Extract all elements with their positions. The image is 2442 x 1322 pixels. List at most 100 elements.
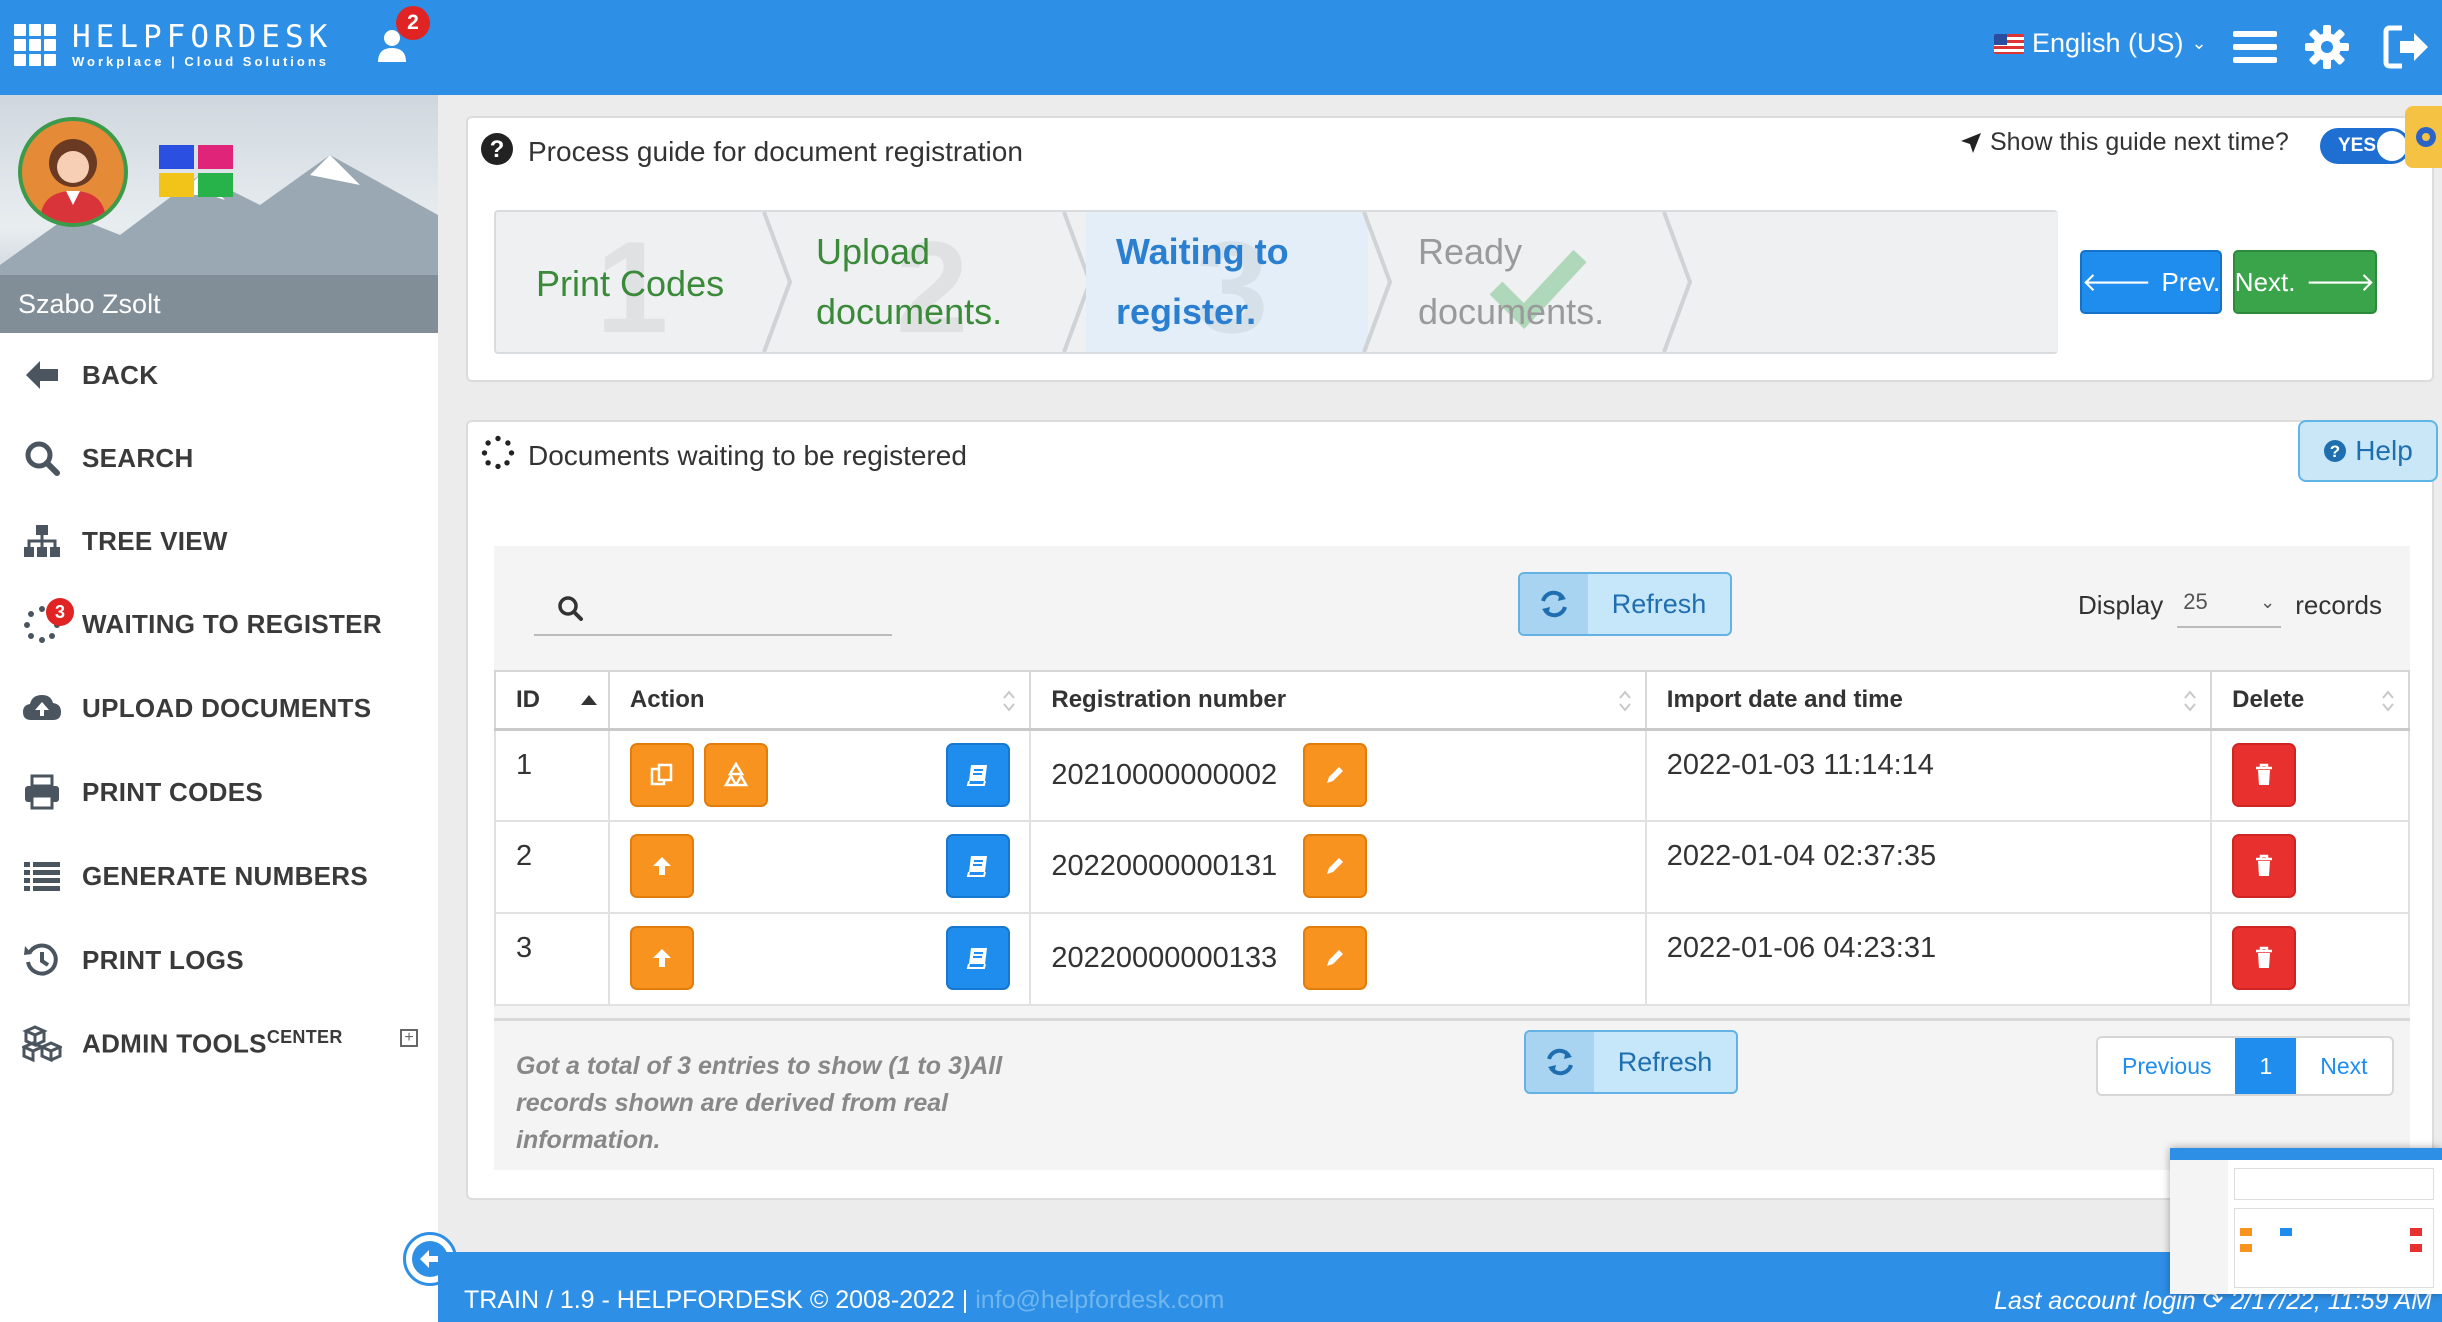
cell-actions [607,912,1032,1006]
gear-icon [2416,127,2436,147]
upload-button[interactable] [629,926,694,990]
logout-icon[interactable] [2382,22,2432,72]
arrow-left-icon [26,361,58,389]
column-header-delete[interactable]: Delete [2210,670,2410,731]
edit-button[interactable] [1303,742,1368,807]
step-waiting-to-register[interactable]: 3 Waiting to register. [1086,212,1368,352]
sidebar-item-tree-view[interactable]: TREE VIEW [0,511,438,571]
edit-button[interactable] [1303,926,1368,990]
gear-icon[interactable] [2302,22,2352,72]
sidebar-item-admin-tools[interactable]: ADMIN TOOLSCENTER + [0,1013,438,1073]
register-book-button[interactable] [945,834,1010,898]
expand-plus-icon[interactable]: + [400,1029,418,1047]
page-size-select[interactable]: 25 ⌄ [2177,582,2282,628]
refresh-icon [1541,590,1567,618]
sidebar-item-label: SEARCH [82,442,194,473]
question-circle-icon: ? [481,133,513,165]
sidebar-item-generate-numbers[interactable]: GENERATE NUMBERS [0,846,438,906]
table-row: 3 20220000000133 2022-01-06 04:23:31 [494,912,2410,1006]
sidebar: Szabo Zsolt BACK SEARCH TREE VIEW 3 WAIT… [0,95,438,1322]
delete-button[interactable] [2232,742,2297,807]
step-upload-documents[interactable]: 2 Upload documents. [786,212,1076,352]
pager-page-1[interactable]: 1 [2235,1038,2297,1094]
delete-button[interactable] [2232,834,2297,898]
sort-icon [2184,690,2196,712]
sidebar-item-print-logs[interactable]: PRINT LOGS [0,930,438,990]
us-flag-icon [1994,33,2024,54]
column-header-id[interactable]: ID [494,670,610,731]
pager-previous[interactable]: Previous [2098,1038,2235,1094]
recycle-icon [723,761,749,786]
chevron-down-icon: ⌄ [2260,592,2276,612]
column-header-registration-number[interactable]: Registration number [1029,670,1647,731]
sidebar-item-label: WAITING TO REGISTER [82,608,382,639]
screenshot-thumbnail[interactable] [2170,1148,2442,1294]
step-print-codes[interactable]: 1 Print Codes [496,212,776,352]
table-search-input[interactable] [596,586,886,630]
search-icon [25,441,60,476]
documents-table: ID Action Registration number Import dat… [494,670,2410,1006]
copy-button[interactable] [629,742,694,807]
status-bar: TRAIN / 1.9 - HELPFORDESK © 2008-2022 | … [438,1252,2442,1322]
refresh-button-top[interactable]: Refresh [1518,572,1732,636]
cell-id: 2 [494,820,610,914]
recycle-button[interactable] [703,742,768,807]
cell-registration-number: 20210000000002 [1029,728,1647,822]
sidebar-item-upload-documents[interactable]: UPLOAD DOCUMENTS [0,678,438,738]
column-header-action[interactable]: Action [607,670,1032,731]
svg-text:?: ? [490,136,505,163]
sidebar-item-waiting-to-register[interactable]: 3 WAITING TO REGISTER [0,594,438,654]
arrow-left-icon: 🡐 [2081,266,2152,297]
refresh-button-bottom[interactable]: Refresh [1524,1030,1738,1094]
hamburger-menu-icon[interactable] [2230,22,2280,72]
table-row: 1 20210000000002 2022-01-03 11:14:14 [494,728,2410,822]
search-icon [558,596,583,621]
avatar[interactable] [18,117,128,227]
show-guide-toggle[interactable]: YES [2320,128,2410,164]
delete-button[interactable] [2232,926,2297,990]
help-button[interactable]: ? Help [2298,420,2438,482]
sidebar-item-label: BACK [82,359,159,390]
upload-button[interactable] [629,834,694,898]
user-notifications[interactable]: 2 [376,6,436,66]
svg-text:?: ? [2330,442,2340,461]
guide-title: Process guide for document registration [528,136,1023,167]
user-name: Szabo Zsolt [0,275,438,333]
sidebar-item-back[interactable]: BACK [0,345,438,405]
sidebar-item-label: PRINT CODES [82,776,263,807]
sidebar-item-search[interactable]: SEARCH [0,428,438,488]
cell-registration-number: 20220000000133 [1029,912,1647,1006]
register-book-button[interactable] [945,742,1010,807]
language-selector[interactable]: English (US) ⌄ [1994,28,2207,59]
workspace-tiles-icon[interactable] [159,145,235,197]
cell-delete [2210,820,2410,914]
brand-logo: HELPFORDESK Workplace | Cloud Solutions [72,20,332,70]
sidebar-item-label: PRINT LOGS [82,944,244,975]
pencil-icon [1327,766,1344,783]
cell-id: 1 [494,728,610,822]
prev-button[interactable]: 🡐 Prev. [2080,250,2222,314]
refresh-icon [1547,1048,1573,1076]
support-email-link[interactable]: info@helpfordesk.com [975,1286,1224,1314]
pencil-icon [1327,858,1344,874]
table-footer-divider [494,1018,2410,1021]
register-book-button[interactable] [945,926,1010,990]
cell-actions [607,820,1032,914]
step-ready-documents[interactable]: Ready documents. [1388,212,1678,352]
app-grid-icon[interactable] [14,24,56,66]
documents-title: Documents waiting to be registered [528,440,967,471]
step-chevron [1662,212,1692,352]
search-underline [534,634,892,636]
sidebar-item-print-codes[interactable]: PRINT CODES [0,762,438,822]
next-button[interactable]: Next. 🡒 [2233,250,2377,314]
settings-tab[interactable] [2405,106,2442,168]
trash-icon [2256,946,2273,968]
edit-button[interactable] [1303,834,1368,898]
column-header-import-date[interactable]: Import date and time [1644,670,2213,731]
printer-icon [25,774,59,810]
arrow-up-icon [652,949,671,967]
question-circle-icon: ? [2324,440,2347,462]
cubes-icon [22,1025,62,1063]
sidebar-item-label: TREE VIEW [82,525,228,556]
pager-next[interactable]: Next [2296,1038,2391,1094]
